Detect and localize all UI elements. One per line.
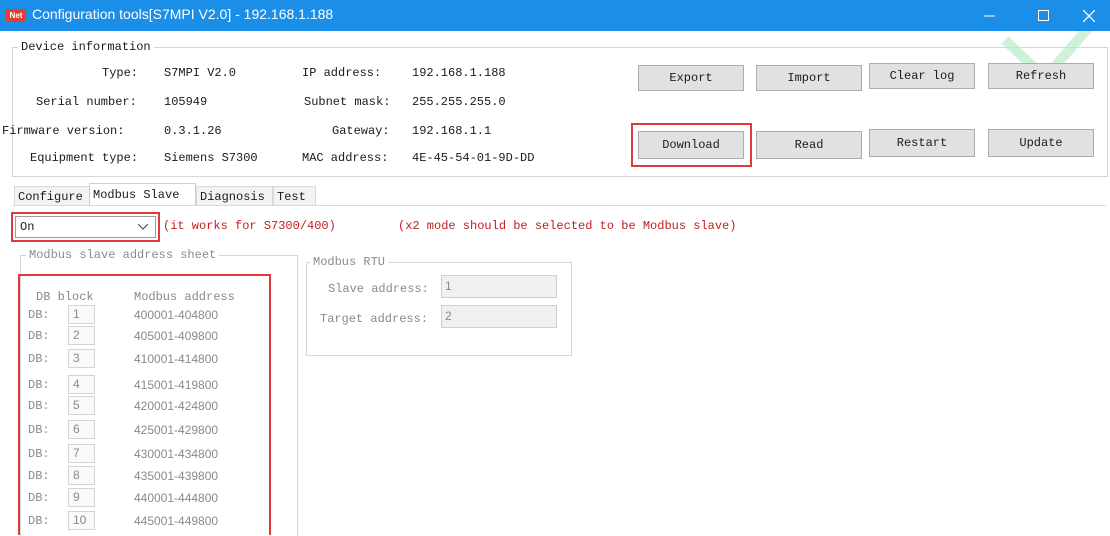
maximize-button[interactable] [1020, 0, 1066, 31]
download-button[interactable]: Download [638, 131, 744, 159]
db-row-prefix: DB: [28, 378, 50, 392]
serial-label: Serial number: [36, 95, 137, 109]
app-icon: Net [6, 9, 26, 22]
close-button[interactable] [1066, 0, 1110, 31]
s7300-note: (it works for S7300/400) [163, 219, 336, 233]
db-number-input[interactable]: 7 [68, 444, 95, 463]
tab-configure[interactable]: Configure [14, 186, 91, 206]
mode-select[interactable]: On [15, 216, 156, 238]
db-number-input[interactable]: 6 [68, 420, 95, 439]
modbus-address-range: 405001-409800 [134, 329, 219, 343]
db-row-prefix: DB: [28, 423, 50, 437]
gateway-value: 192.168.1.1 [412, 124, 492, 138]
modbus-address-range: 440001-444800 [134, 491, 219, 505]
modbus-address-range: 415001-419800 [134, 378, 219, 392]
firmware-value: 0.3.1.26 [164, 124, 222, 138]
equipment-label: Equipment type: [30, 151, 139, 165]
mac-label: MAC address: [302, 151, 389, 165]
type-label: Type: [102, 66, 139, 80]
target-address-input[interactable]: 2 [441, 305, 557, 328]
clear-log-button[interactable]: Clear log [869, 63, 975, 89]
modbus-rtu-label: Modbus RTU [310, 255, 389, 269]
export-button[interactable]: Export [638, 65, 744, 91]
slave-address-label: Slave address: [328, 282, 429, 296]
db-row: DB: 2 405001-409800 [28, 326, 258, 346]
db-row: DB: 9 440001-444800 [28, 488, 258, 508]
mac-value: 4E-45-54-01-9D-DD [412, 151, 535, 165]
target-address-label: Target address: [320, 312, 429, 326]
minimize-button[interactable] [966, 0, 1012, 31]
db-row: DB: 7 430001-434800 [28, 444, 258, 464]
db-row: DB: 6 425001-429800 [28, 420, 258, 440]
minimize-icon [983, 15, 995, 17]
address-sheet-label: Modbus slave address sheet [26, 248, 220, 262]
restart-button[interactable]: Restart [869, 129, 975, 157]
db-row-prefix: DB: [28, 399, 50, 413]
modbus-address-header: Modbus address [134, 290, 235, 304]
db-row: DB: 3 410001-414800 [28, 349, 258, 369]
tab-test[interactable]: Test [273, 186, 316, 206]
firmware-label: Firmware version: [2, 124, 125, 138]
db-row-prefix: DB: [28, 491, 50, 505]
db-number-input[interactable]: 8 [68, 466, 95, 485]
modbus-address-range: 430001-434800 [134, 447, 219, 461]
subnet-label: Subnet mask: [304, 95, 391, 109]
equipment-value: Siemens S7300 [164, 151, 258, 165]
db-row-prefix: DB: [28, 352, 50, 366]
ip-label: IP address: [302, 66, 382, 80]
gateway-label: Gateway: [332, 124, 390, 138]
tab-modbus-slave[interactable]: Modbus Slave [89, 183, 196, 206]
db-row: DB: 5 420001-424800 [28, 396, 258, 416]
db-row-prefix: DB: [28, 514, 50, 528]
db-row: DB: 10 445001-449800 [28, 511, 258, 531]
tab-divider [12, 205, 1106, 206]
db-number-input[interactable]: 3 [68, 349, 95, 368]
serial-value: 105949 [164, 95, 208, 109]
slave-address-input[interactable]: 1 [441, 275, 557, 298]
modbus-address-range: 425001-429800 [134, 423, 219, 437]
modbus-address-range: 410001-414800 [134, 352, 219, 366]
subnet-value: 255.255.255.0 [412, 95, 506, 109]
modbus-address-range: 435001-439800 [134, 469, 219, 483]
db-block-header: DB block [36, 290, 94, 304]
close-icon [1083, 9, 1095, 22]
db-row: DB: 4 415001-419800 [28, 375, 258, 395]
db-row-prefix: DB: [28, 308, 50, 322]
ip-value: 192.168.1.188 [412, 66, 506, 80]
mode-select-value: On [20, 220, 35, 234]
db-row: DB: 8 435001-439800 [28, 466, 258, 486]
db-number-input[interactable]: 1 [68, 305, 95, 324]
modbus-address-range: 400001-404800 [134, 308, 219, 322]
device-info-label: Device information [18, 40, 154, 54]
x2-mode-note: (x2 mode should be selected to be Modbus… [398, 219, 737, 233]
maximize-icon [1037, 10, 1049, 21]
db-number-input[interactable]: 2 [68, 326, 95, 345]
update-button[interactable]: Update [988, 129, 1094, 157]
db-number-input[interactable]: 9 [68, 488, 95, 507]
db-number-input[interactable]: 5 [68, 396, 95, 415]
title-bar[interactable]: Net Configuration tools[S7MPI V2.0] - 19… [0, 0, 1110, 31]
read-button[interactable]: Read [756, 131, 862, 159]
window-title: Configuration tools[S7MPI V2.0] - 192.16… [32, 6, 334, 22]
tab-diagnosis[interactable]: Diagnosis [196, 186, 273, 206]
modbus-address-range: 445001-449800 [134, 514, 219, 528]
modbus-address-range: 420001-424800 [134, 399, 219, 413]
db-row-prefix: DB: [28, 447, 50, 461]
db-row-prefix: DB: [28, 329, 50, 343]
import-button[interactable]: Import [756, 65, 862, 91]
chevron-down-icon [138, 224, 148, 230]
db-row-prefix: DB: [28, 469, 50, 483]
type-value: S7MPI V2.0 [164, 66, 237, 80]
db-row: DB: 1 400001-404800 [28, 305, 258, 325]
refresh-button[interactable]: Refresh [988, 63, 1094, 89]
db-number-input[interactable]: 10 [68, 511, 95, 530]
db-number-input[interactable]: 4 [68, 375, 95, 394]
